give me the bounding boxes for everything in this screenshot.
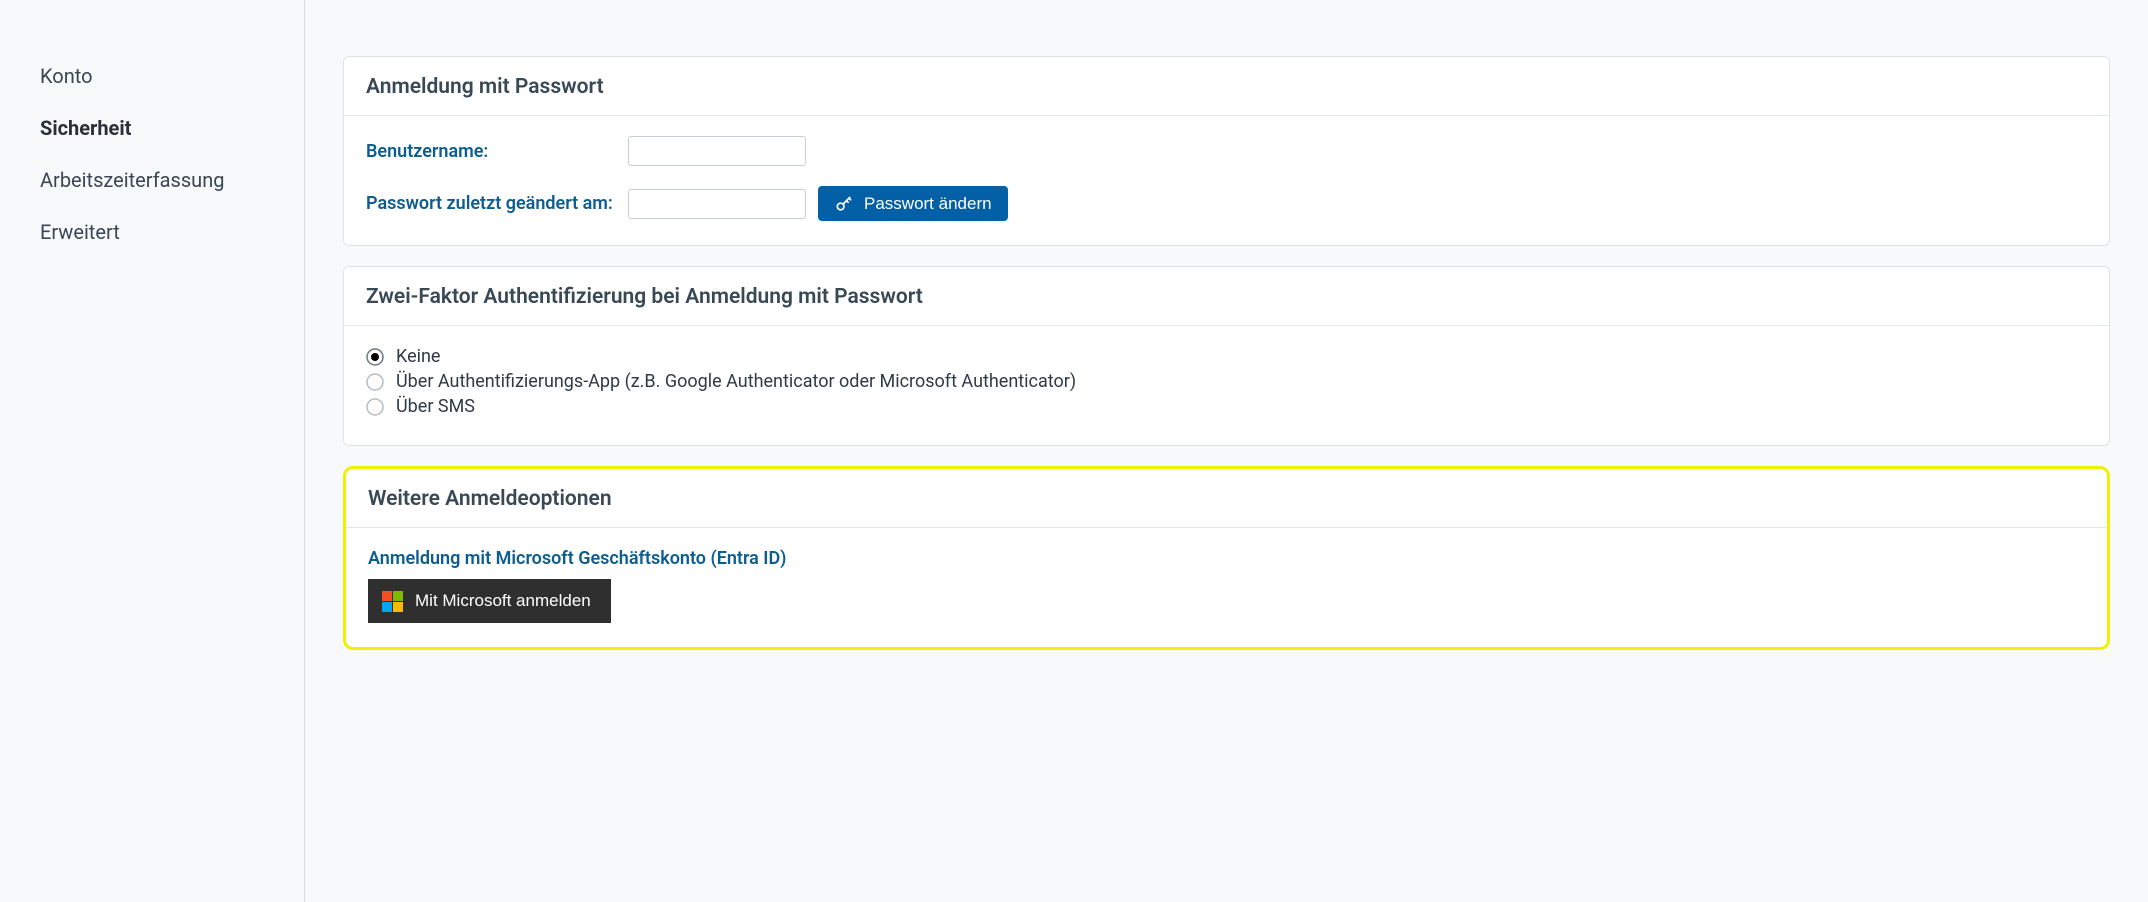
- twofa-option-label: Über SMS: [396, 396, 475, 417]
- password-login-panel: Anmeldung mit Passwort Benutzername: Pas…: [343, 56, 2110, 246]
- change-password-button[interactable]: Passwort ändern: [818, 186, 1008, 221]
- twofa-option-app[interactable]: Über Authentifizierungs-App (z.B. Google…: [366, 371, 2087, 392]
- radio-icon: [366, 373, 384, 391]
- microsoft-login-button[interactable]: Mit Microsoft anmelden: [368, 579, 611, 623]
- username-input[interactable]: [628, 136, 806, 166]
- panel-header: Weitere Anmeldeoptionen: [346, 469, 2107, 528]
- sidebar-item-konto[interactable]: Konto: [40, 50, 264, 102]
- microsoft-login-label: Mit Microsoft anmelden: [415, 591, 591, 611]
- twofa-option-sms[interactable]: Über SMS: [366, 396, 2087, 417]
- change-password-label: Passwort ändern: [864, 194, 992, 214]
- sidebar-item-arbeitszeiterfassung[interactable]: Arbeitszeiterfassung: [40, 154, 264, 206]
- panel-body: Keine Über Authentifizierungs-App (z.B. …: [344, 326, 2109, 445]
- twofa-option-none[interactable]: Keine: [366, 346, 2087, 367]
- password-changed-input[interactable]: [628, 189, 806, 219]
- sidebar: Konto Sicherheit Arbeitszeiterfassung Er…: [0, 0, 305, 902]
- panel-title: Anmeldung mit Passwort: [366, 75, 2087, 99]
- sidebar-item-sicherheit[interactable]: Sicherheit: [40, 102, 264, 154]
- username-row: Benutzername:: [366, 136, 2087, 166]
- more-login-options-panel: Weitere Anmeldeoptionen Anmeldung mit Mi…: [343, 466, 2110, 650]
- twofa-option-label: Über Authentifizierungs-App (z.B. Google…: [396, 371, 1076, 392]
- two-factor-panel: Zwei-Faktor Authentifizierung bei Anmeld…: [343, 266, 2110, 446]
- sidebar-item-erweitert[interactable]: Erweitert: [40, 206, 264, 258]
- main-content: Anmeldung mit Passwort Benutzername: Pas…: [305, 0, 2148, 902]
- password-changed-label: Passwort zuletzt geändert am:: [366, 193, 616, 214]
- microsoft-section-label: Anmeldung mit Microsoft Geschäftskonto (…: [368, 548, 2085, 569]
- key-icon: [834, 194, 854, 214]
- password-changed-row: Passwort zuletzt geändert am:: [366, 186, 2087, 221]
- microsoft-logo-icon: [382, 591, 403, 612]
- twofa-option-label: Keine: [396, 346, 440, 367]
- page-root: Konto Sicherheit Arbeitszeiterfassung Er…: [0, 0, 2148, 902]
- panel-title: Weitere Anmeldeoptionen: [368, 487, 2085, 511]
- panel-title: Zwei-Faktor Authentifizierung bei Anmeld…: [366, 285, 2087, 309]
- radio-icon: [366, 398, 384, 416]
- panel-header: Zwei-Faktor Authentifizierung bei Anmeld…: [344, 267, 2109, 326]
- panel-header: Anmeldung mit Passwort: [344, 57, 2109, 116]
- radio-icon: [366, 348, 384, 366]
- panel-body: Benutzername: Passwort zuletzt geändert …: [344, 116, 2109, 245]
- panel-body: Anmeldung mit Microsoft Geschäftskonto (…: [346, 528, 2107, 647]
- username-label: Benutzername:: [366, 141, 616, 162]
